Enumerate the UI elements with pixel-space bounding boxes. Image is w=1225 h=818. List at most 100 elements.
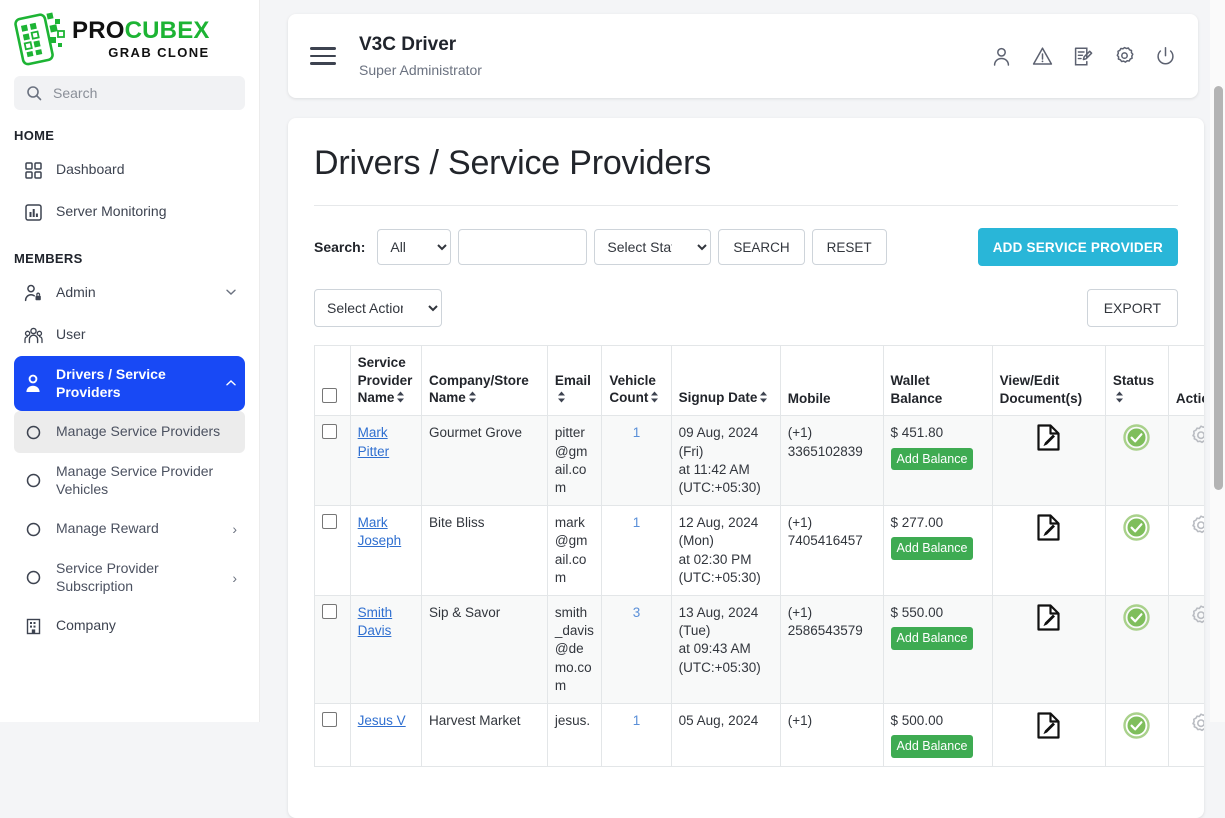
notes-icon[interactable] — [1073, 46, 1094, 67]
header-view-edit-documents: View/Edit Document(s) — [992, 346, 1105, 416]
add-balance-button[interactable]: Add Balance — [891, 448, 974, 471]
add-balance-button[interactable]: Add Balance — [891, 537, 974, 560]
vehicle-count-link[interactable]: 1 — [633, 713, 641, 728]
export-button[interactable]: EXPORT — [1087, 289, 1178, 327]
service-provider-link[interactable]: Mark Joseph — [358, 515, 402, 548]
brand-logo[interactable]: PROCUBEX GRAB CLONE — [0, 0, 259, 72]
sidebar-item-admin[interactable]: Admin — [14, 272, 245, 314]
reset-button[interactable]: RESET — [812, 229, 887, 265]
chart-icon — [22, 204, 44, 221]
sort-icon[interactable] — [650, 390, 659, 408]
driver-icon — [22, 374, 44, 393]
gear-icon[interactable] — [1114, 46, 1135, 67]
mobile-line: 3365102839 — [788, 443, 876, 461]
cell-company-store-name: Sip & Savor — [421, 596, 547, 704]
sidebar: PROCUBEX GRAB CLONE HOME Dashboard — [0, 0, 260, 722]
select-all-checkbox[interactable] — [322, 388, 337, 403]
table-row: Jesus VHarvest Marketjesus.105 Aug, 2024… — [315, 704, 1205, 767]
sort-icon[interactable] — [557, 390, 566, 408]
search-type-select[interactable]: All — [377, 229, 451, 265]
sidebar-subitem-service-provider-subscription[interactable]: Service Provider Subscription › — [14, 550, 245, 605]
header-company-store-name[interactable]: Company/Store Name — [421, 346, 547, 416]
document-edit-icon[interactable] — [1036, 712, 1061, 744]
add-balance-button[interactable]: Add Balance — [891, 735, 974, 758]
header-service-provider-name[interactable]: Service Provider Name — [350, 346, 421, 416]
cell-status — [1105, 506, 1168, 596]
chevron-up-icon[interactable] — [225, 376, 237, 392]
table-scroll-container[interactable]: Service Provider Name Company/Store Name… — [314, 345, 1204, 767]
document-edit-icon[interactable] — [1036, 514, 1061, 546]
sidebar-item-label: Server Monitoring — [56, 203, 237, 221]
page-title: V3C Driver — [359, 34, 991, 56]
service-provider-link[interactable]: Mark Pitter — [358, 425, 390, 458]
signup-date-line: (Mon) — [679, 532, 773, 550]
sidebar-item-company[interactable]: Company — [14, 605, 245, 647]
vehicle-count-link[interactable]: 3 — [633, 605, 641, 620]
document-edit-icon[interactable] — [1036, 604, 1061, 636]
brand-tagline: GRAB CLONE — [72, 46, 210, 59]
header-label: View/Edit Document(s) — [1000, 373, 1083, 406]
header-title-block: V3C Driver Super Administrator — [359, 34, 991, 78]
signup-date-line: 05 Aug, 2024 — [679, 712, 773, 730]
header-vehicle-count[interactable]: Vehicle Count — [602, 346, 671, 416]
chevron-right-icon[interactable]: › — [232, 521, 237, 537]
row-checkbox[interactable] — [322, 712, 337, 727]
add-service-provider-button[interactable]: ADD SERVICE PROVIDER — [978, 228, 1178, 266]
vehicle-count-link[interactable]: 1 — [633, 425, 641, 440]
signup-date-line: at 09:43 AM — [679, 640, 773, 658]
row-gear-icon[interactable] — [1189, 514, 1204, 543]
sidebar-subitem-manage-service-provider-vehicles[interactable]: Manage Service Provider Vehicles — [14, 453, 245, 508]
cell-email: jesus. — [547, 704, 602, 767]
sort-icon[interactable] — [1115, 390, 1124, 408]
page-scrollbar-thumb[interactable] — [1214, 86, 1223, 490]
wallet-amount: $ 500.00 — [891, 712, 985, 730]
power-icon[interactable] — [1155, 46, 1176, 67]
status-active-icon[interactable] — [1123, 424, 1150, 456]
sidebar-subitem-manage-service-providers[interactable]: Manage Service Providers — [14, 411, 245, 453]
add-balance-button[interactable]: Add Balance — [891, 627, 974, 650]
sort-icon[interactable] — [759, 390, 768, 408]
cell-email: pitter@gmail.com — [547, 416, 602, 506]
sidebar-subitem-manage-reward[interactable]: Manage Reward › — [14, 508, 245, 550]
sort-icon[interactable] — [396, 390, 405, 408]
sidebar-search[interactable] — [14, 76, 245, 110]
page-scrollbar[interactable] — [1210, 0, 1225, 722]
alert-icon[interactable] — [1032, 46, 1053, 67]
status-active-icon[interactable] — [1123, 712, 1150, 744]
profile-icon[interactable] — [991, 46, 1012, 67]
row-checkbox[interactable] — [322, 604, 337, 619]
chevron-down-icon[interactable] — [225, 285, 237, 301]
search-button[interactable]: SEARCH — [718, 229, 804, 265]
sidebar-subitem-label: Manage Service Provider Vehicles — [56, 463, 237, 498]
search-input[interactable] — [51, 84, 233, 102]
chevron-right-icon[interactable]: › — [232, 570, 237, 586]
sidebar-item-drivers-service-providers[interactable]: Drivers / Service Providers — [14, 356, 245, 411]
header-email[interactable]: Email — [547, 346, 602, 416]
service-provider-link[interactable]: Jesus V — [358, 713, 406, 728]
status-select[interactable]: Select Status — [594, 229, 711, 265]
header-status[interactable]: Status — [1105, 346, 1168, 416]
row-gear-icon[interactable] — [1189, 424, 1204, 453]
document-edit-icon[interactable] — [1036, 424, 1061, 456]
filter-toolbar: Search: All Select Status SEARCH RESET A… — [314, 228, 1178, 266]
header-actions: Actio — [1168, 346, 1204, 416]
sort-icon[interactable] — [468, 390, 477, 408]
bulk-action-select[interactable]: Select Action — [314, 289, 442, 327]
service-provider-link[interactable]: Smith Davis — [358, 605, 393, 638]
circle-icon — [22, 570, 44, 585]
vehicle-count-link[interactable]: 1 — [633, 515, 641, 530]
row-gear-icon[interactable] — [1189, 604, 1204, 633]
sidebar-item-server-monitoring[interactable]: Server Monitoring — [14, 191, 245, 233]
status-active-icon[interactable] — [1123, 514, 1150, 546]
sidebar-item-user[interactable]: User — [14, 314, 245, 356]
row-checkbox[interactable] — [322, 514, 337, 529]
search-query-input[interactable] — [458, 229, 587, 265]
table-body: Mark PitterGourmet Grovepitter@gmail.com… — [315, 416, 1205, 767]
row-checkbox[interactable] — [322, 424, 337, 439]
sidebar-item-dashboard[interactable]: Dashboard — [14, 149, 245, 191]
header-mobile: Mobile — [780, 346, 883, 416]
hamburger-icon[interactable] — [310, 42, 336, 70]
status-active-icon[interactable] — [1123, 604, 1150, 636]
header-signup-date[interactable]: Signup Date — [671, 346, 780, 416]
row-gear-icon[interactable] — [1189, 712, 1204, 741]
